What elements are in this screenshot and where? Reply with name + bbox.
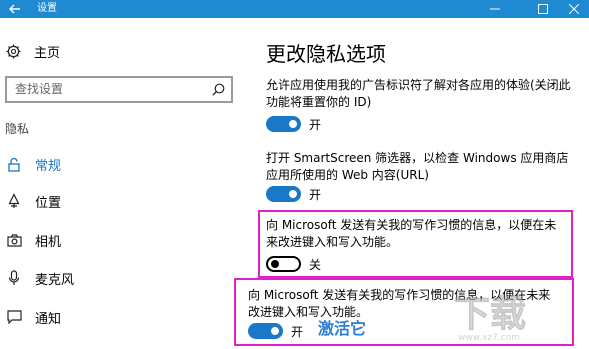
maximize-button[interactable] [526,0,560,18]
svg-text:www.xz7.com: www.xz7.com [458,333,520,343]
sidebar-item-label: 通知 [35,311,62,327]
page-title: 更改隐私选项 [266,42,386,66]
sidebar-item-microphone[interactable]: 麦克风 [6,268,74,288]
microphone-icon [8,270,20,285]
smartscreen-toggle[interactable]: 开 [266,185,321,203]
setting-description: 允许应用使用我的广告标识符了解对各应用的体验(关闭此功能将重置你的 ID) [266,78,571,109]
close-icon [569,4,579,14]
writing-habits-toggle-off[interactable]: 关 [266,255,321,273]
sidebar-item-label: 相机 [35,234,62,250]
window-title: 设置 [37,3,57,14]
title-bar: 设置 [0,0,589,18]
lock-icon [8,157,20,172]
sidebar-item-label: 麦克风 [35,272,75,288]
sidebar-item-label: 常规 [35,158,62,174]
annotation-label: 激活它 [318,319,367,338]
notification-icon [6,310,22,324]
sidebar: 主页 查找设置 隐私 常规 位置 相机 麦克风 通知 [0,18,242,349]
minimize-button[interactable] [478,0,512,18]
back-arrow-icon [9,4,20,14]
advertising-id-toggle[interactable]: 开 [266,115,321,133]
camera-icon [6,233,22,247]
minimize-icon [490,8,500,10]
watermark-logo: 下载 www.xz7.com [454,294,527,343]
setting-description: 打开 SmartScreen 筛选器，以检查 Windows 应用商店应用所使用… [266,151,569,182]
toggle-state-label: 关 [309,257,322,272]
search-placeholder: 查找设置 [15,82,64,96]
sidebar-item-notifications[interactable]: 通知 [6,307,61,327]
section-label-privacy: 隐私 [5,122,30,136]
svg-text:下载: 下载 [454,294,526,335]
sidebar-item-label: 主页 [34,45,61,61]
sidebar-item-location[interactable]: 位置 [6,191,61,211]
setting-description: 向 Microsoft 发送有关我的写作习惯的信息，以便在未来改进键入和写入功能… [266,218,557,249]
toggle-state-label: 开 [309,117,322,132]
back-button[interactable] [0,0,30,18]
toggle-switch[interactable] [248,323,283,339]
search-input[interactable]: 查找设置 [5,76,233,103]
sidebar-item-home[interactable]: 主页 [6,42,61,61]
sidebar-item-camera[interactable]: 相机 [6,230,61,250]
search-icon[interactable] [212,83,225,96]
sidebar-item-general[interactable]: 常规 [6,154,61,174]
toggle-state-label: 开 [291,324,304,339]
toggle-switch[interactable] [266,186,301,202]
toggle-state-label: 开 [309,187,322,202]
maximize-icon [538,4,548,14]
writing-habits-toggle-on[interactable]: 开 [248,322,303,340]
toggle-switch[interactable] [266,256,301,272]
location-icon [8,193,20,208]
toggle-switch[interactable] [266,116,301,132]
sidebar-item-label: 位置 [35,195,62,211]
gear-icon [6,43,21,59]
close-button[interactable] [559,0,589,18]
